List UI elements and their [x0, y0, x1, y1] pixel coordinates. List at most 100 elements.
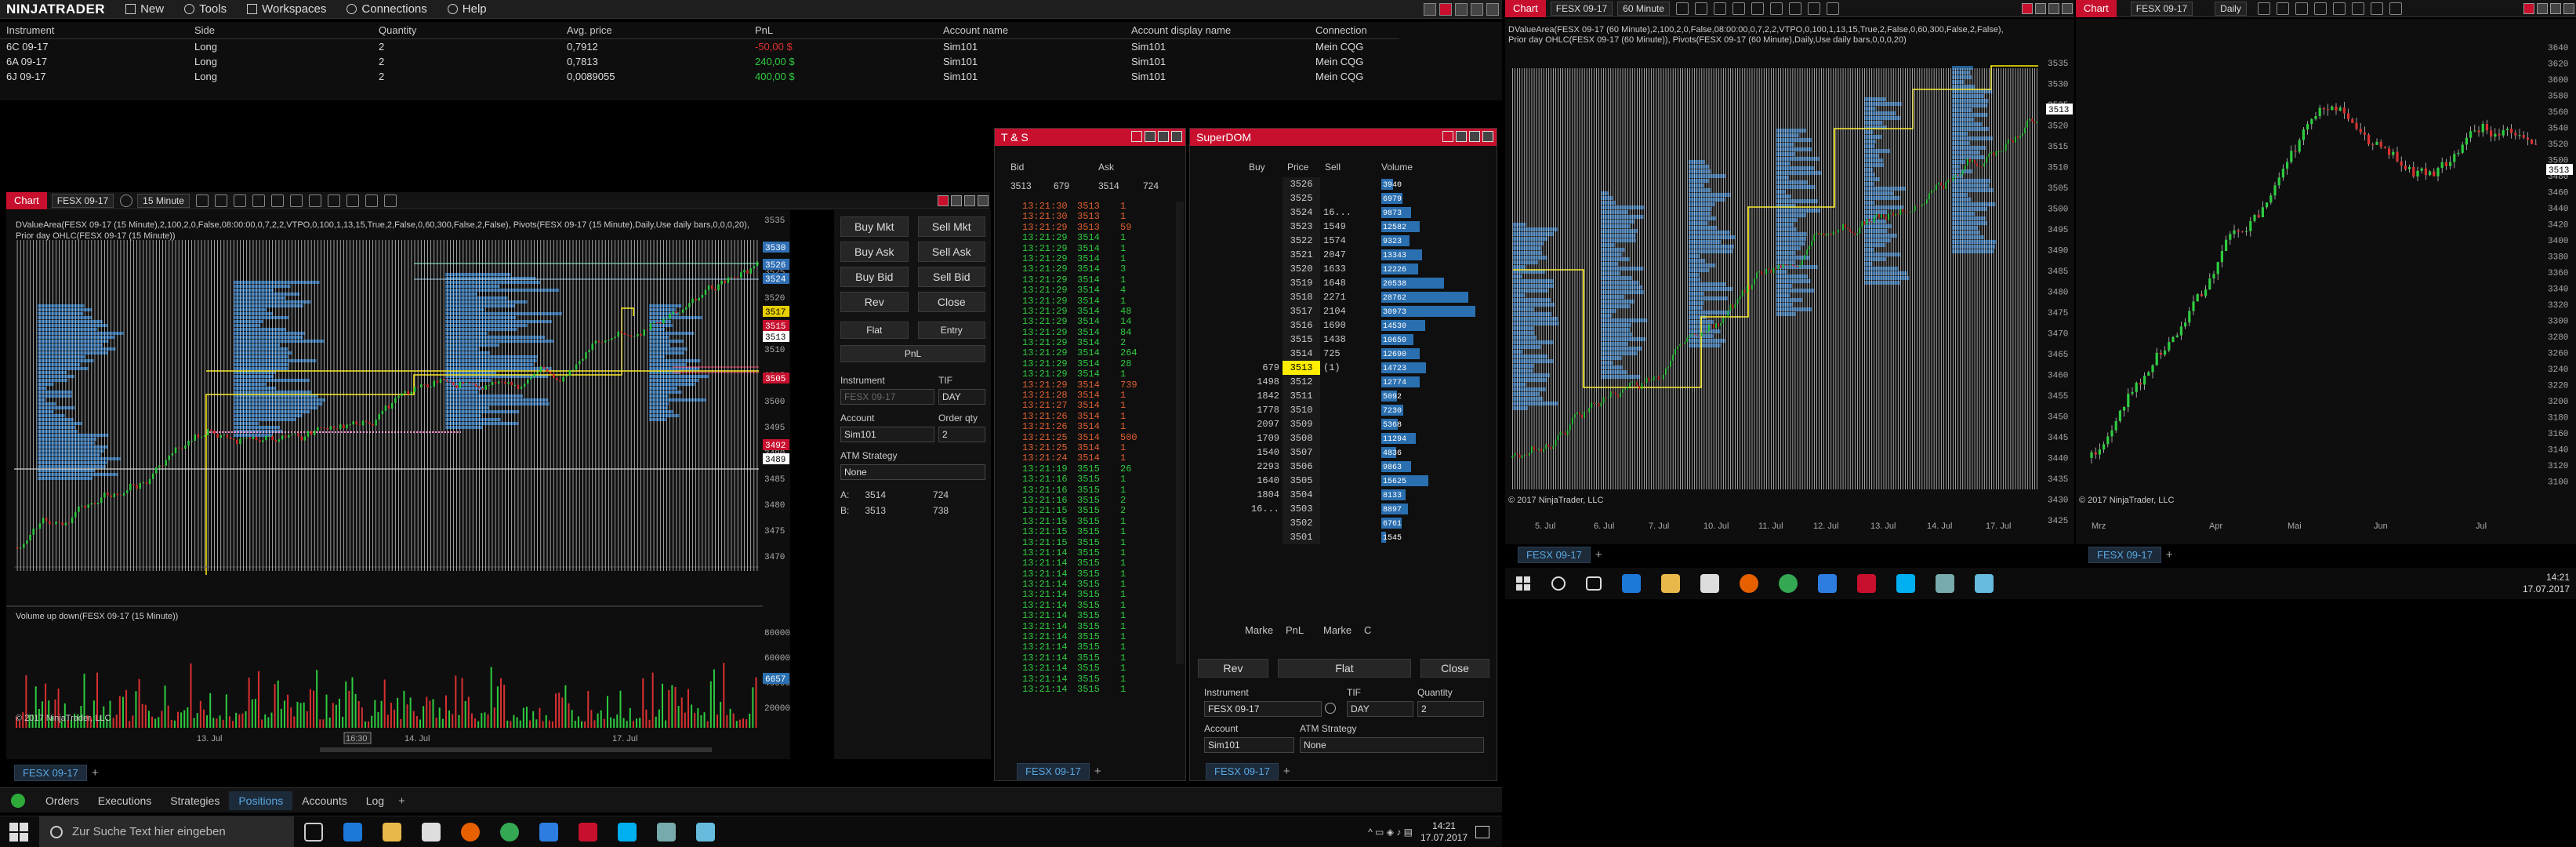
dom-buy-cell[interactable] [1245, 276, 1283, 290]
minimize-icon[interactable] [1455, 2, 1468, 16]
tab-log[interactable]: Log [357, 791, 394, 810]
strategies-icon[interactable] [1807, 2, 1820, 15]
positions-row[interactable]: 6C 09-17 Long 2 0,7912 -50,00 $ Sim101 Sim101 M… [0, 39, 1399, 55]
col-pnl[interactable]: PnL [749, 22, 937, 39]
properties-icon[interactable] [2332, 2, 2346, 15]
indicators-icon[interactable] [2351, 2, 2364, 15]
menu-new[interactable]: New [125, 2, 164, 16]
dom-row[interactable]: 3502 6761 [1245, 516, 1488, 530]
dom-sell-cell[interactable] [1320, 530, 1358, 544]
link-icon[interactable] [1439, 2, 1452, 16]
dom-buy-cell[interactable] [1245, 304, 1283, 318]
dom-flat-button[interactable]: Flat [1278, 659, 1411, 678]
maximize-icon[interactable] [2550, 2, 2561, 14]
settings-icon[interactable] [1424, 2, 1436, 16]
dom-buy-cell[interactable] [1245, 220, 1283, 234]
store-icon[interactable] [1700, 574, 1719, 593]
add-tab-icon[interactable]: + [1094, 765, 1101, 778]
ct-atm-select[interactable]: None [840, 464, 985, 480]
dom-sell-cell[interactable] [1320, 431, 1358, 445]
dom-row[interactable]: 1778 3510 7230 [1245, 403, 1488, 417]
buy-ask-button[interactable]: Buy Ask [840, 242, 909, 262]
ct-account-select[interactable]: Sim101 [840, 427, 934, 442]
chart1-tab[interactable]: FESX 09-17 [14, 764, 87, 781]
chart1-instrument-select[interactable]: FESX 09-17 [51, 193, 114, 208]
dom-row[interactable]: 3517 2104 30973 [1245, 304, 1488, 318]
close-icon[interactable] [1482, 131, 1493, 142]
bar-type-icon[interactable] [195, 194, 209, 207]
dom-sell-cell[interactable] [1320, 474, 1358, 488]
chart3-instrument-select[interactable]: FESX 09-17 [2130, 1, 2193, 16]
dom-row[interactable]: 1498 3512 12774 [1245, 375, 1488, 389]
chrome-icon[interactable] [500, 822, 519, 842]
link-icon[interactable] [2523, 2, 2534, 14]
skype-icon[interactable] [618, 822, 637, 842]
dom-atm-select[interactable]: None [1300, 737, 1484, 753]
dom-ladder[interactable]: 3526 3940 3525 6979 3524 16... 9873 3523 1549 125… [1245, 177, 1488, 544]
dom-buy-cell[interactable] [1245, 333, 1283, 347]
dom-sell-cell[interactable] [1320, 177, 1358, 191]
col-account-display[interactable]: Account display name [1125, 22, 1309, 39]
firefox-icon[interactable] [461, 822, 480, 842]
chart2-panel[interactable]: DValueArea(FESX 09-17 (60 Minute),2,100,… [1505, 19, 2074, 544]
chart2-interval-select[interactable]: 60 Minute [1617, 1, 1670, 16]
dom-sell-cell[interactable]: 16... [1320, 205, 1358, 220]
chart-trader-icon[interactable] [1826, 2, 1839, 15]
dom-row[interactable]: 16... 3503 8897 [1245, 502, 1488, 516]
link-icon[interactable] [1442, 131, 1453, 142]
col-account-name[interactable]: Account name [937, 22, 1125, 39]
close-icon[interactable] [1171, 131, 1182, 142]
crosshair-icon[interactable] [270, 194, 284, 207]
dom-buy-cell[interactable] [1245, 318, 1283, 333]
buy-bid-button[interactable]: Buy Bid [840, 267, 909, 287]
ninjatrader-icon[interactable] [1857, 574, 1876, 593]
options-icon[interactable] [383, 194, 397, 207]
dom-row[interactable]: 3501 1545 [1245, 530, 1488, 544]
dom-row[interactable]: 3523 1549 12582 [1245, 220, 1488, 234]
maximize-icon[interactable] [1471, 2, 1483, 16]
strategies-icon[interactable] [2370, 2, 2383, 15]
firefox-icon[interactable] [1740, 574, 1758, 593]
add-tab-icon[interactable]: + [92, 766, 99, 780]
dom-sell-cell[interactable]: 1690 [1320, 318, 1358, 333]
snapshot-icon[interactable] [365, 194, 378, 207]
dom-buy-cell[interactable]: 679 [1245, 361, 1283, 375]
dom-sell-cell[interactable] [1320, 516, 1358, 530]
crosshair-icon[interactable] [2313, 2, 2327, 15]
chrome-icon[interactable] [1779, 574, 1798, 593]
file-explorer-icon[interactable] [383, 822, 401, 842]
zoom-out-icon[interactable] [1732, 2, 1745, 15]
minimize-icon[interactable] [2537, 2, 2548, 14]
maximize-icon[interactable] [2048, 2, 2059, 14]
col-avg-price[interactable]: Avg. price [561, 22, 749, 39]
sell-market-button[interactable]: Sell Mkt [917, 216, 985, 237]
dom-market-sell[interactable]: Marke [1323, 624, 1364, 636]
close-icon[interactable] [978, 194, 989, 206]
dom-row[interactable]: 3515 1438 10650 [1245, 333, 1488, 347]
link-icon[interactable] [2022, 2, 2033, 14]
chart2-tab[interactable]: FESX 09-17 [1518, 546, 1591, 563]
close-icon[interactable] [2062, 2, 2073, 14]
draw-icon[interactable] [214, 194, 227, 207]
dom-buy-cell[interactable]: 1804 [1245, 488, 1283, 502]
dom-row[interactable]: 1540 3507 4836 [1245, 445, 1488, 460]
zoom-in-icon[interactable] [1713, 2, 1726, 15]
dom-row[interactable]: 2097 3509 5368 [1245, 417, 1488, 431]
dom-sell-cell[interactable]: 1633 [1320, 262, 1358, 276]
dom-sell-cell[interactable] [1320, 375, 1358, 389]
chart1-interval-select[interactable]: 15 Minute [137, 193, 190, 208]
menu-workspaces[interactable]: Workspaces [247, 2, 326, 16]
dom-sell-cell[interactable] [1320, 460, 1358, 474]
dom-buy-cell[interactable]: 1498 [1245, 375, 1283, 389]
minimize-icon[interactable] [2035, 2, 2046, 14]
dom-sell-cell[interactable]: 1549 [1320, 220, 1358, 234]
chart2-instrument-select[interactable]: FESX 09-17 [1550, 1, 1613, 16]
chart-trader-icon[interactable] [346, 194, 359, 207]
draw-icon[interactable] [1694, 2, 1707, 15]
dom-buy-cell[interactable]: 1778 [1245, 403, 1283, 417]
dom-sell-cell[interactable]: 725 [1320, 347, 1358, 361]
link-icon[interactable] [938, 194, 949, 206]
file-explorer-icon[interactable] [1661, 574, 1680, 593]
chart3-interval-select[interactable]: Daily [2215, 1, 2247, 16]
dom-row[interactable]: 3525 6979 [1245, 191, 1488, 205]
